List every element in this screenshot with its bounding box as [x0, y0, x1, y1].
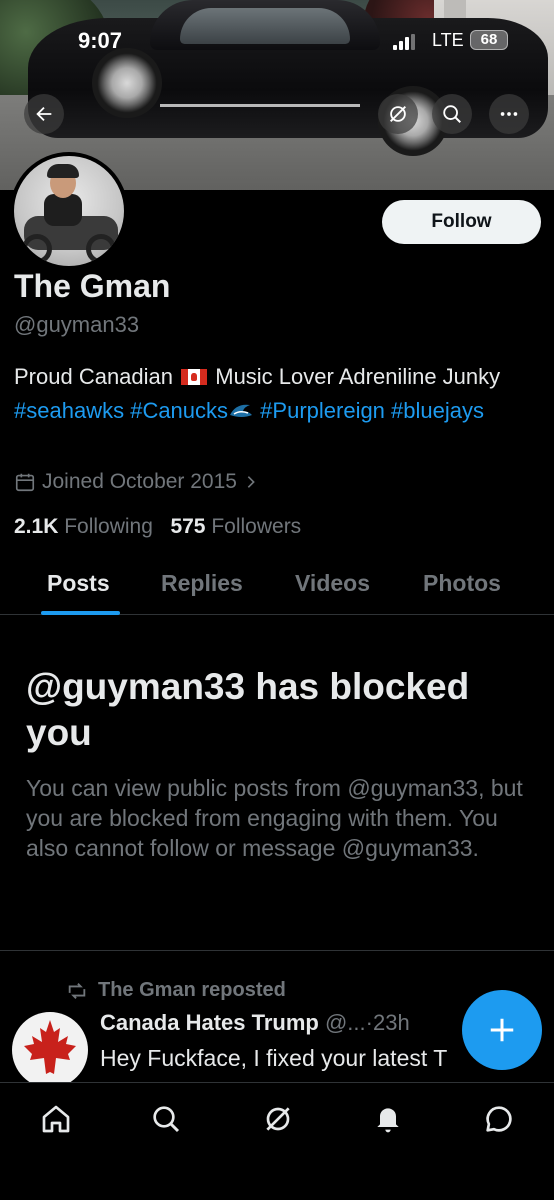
- status-bar: 9:07 LTE 68: [0, 24, 554, 60]
- hashtag-canucks[interactable]: #Canucks: [130, 398, 228, 423]
- more-button[interactable]: [489, 94, 529, 134]
- grok-icon: [266, 1107, 290, 1131]
- divider: [0, 950, 554, 951]
- chevron-right-icon: [247, 476, 255, 488]
- display-name: The Gman: [14, 268, 171, 304]
- bio-text-1: Proud Canadian: [14, 364, 180, 389]
- post-separator: ·: [365, 1010, 373, 1035]
- grok-icon: [390, 106, 406, 122]
- active-tab-indicator: [41, 611, 120, 615]
- bell-icon: [377, 1108, 399, 1133]
- profile-tabs: Posts Replies Videos Photos: [0, 560, 554, 615]
- bottom-nav: [0, 1082, 554, 1200]
- repost-label: The Gman reposted: [98, 979, 286, 1001]
- nav-home[interactable]: [38, 1101, 74, 1137]
- back-button[interactable]: [24, 94, 64, 134]
- followers-link[interactable]: 575 Followers: [170, 515, 301, 538]
- canada-flag-icon: [181, 369, 208, 385]
- home-icon: [42, 1105, 70, 1133]
- following-link[interactable]: 2.1K Following: [14, 515, 153, 538]
- repost-icon: [68, 982, 86, 999]
- search-icon: [443, 105, 461, 123]
- post-author-handle[interactable]: @...: [325, 1010, 366, 1035]
- follow-button[interactable]: Follow: [382, 200, 541, 244]
- tab-photos[interactable]: Photos: [423, 570, 501, 597]
- plus-icon: [490, 1018, 514, 1042]
- following-label: Following: [64, 515, 153, 538]
- post-time: 23h: [372, 1010, 410, 1035]
- profile-avatar[interactable]: [10, 152, 128, 270]
- profile-bio: Proud Canadian Music Lover Adreniline Ju…: [14, 360, 534, 428]
- orca-icon: [230, 404, 253, 417]
- joined-label: Joined October 2015: [42, 470, 237, 493]
- calendar-icon: [15, 473, 35, 492]
- search-button[interactable]: [432, 94, 472, 134]
- repost-indicator: The Gman reposted: [66, 979, 286, 1002]
- bio-text-2: Music Lover Adreniline Junky: [209, 364, 501, 389]
- post-header: Canada Hates Trump @...·23h: [100, 1010, 410, 1036]
- signal-icon: [393, 34, 415, 50]
- hashtag-purplereign[interactable]: #Purplereign: [260, 398, 385, 423]
- post-author-avatar[interactable]: [12, 1012, 88, 1088]
- message-icon: [486, 1106, 512, 1132]
- network-label: LTE: [432, 30, 464, 50]
- status-time: 9:07: [78, 28, 123, 53]
- search-icon: [153, 1106, 180, 1133]
- nav-search[interactable]: [148, 1101, 184, 1137]
- tab-videos[interactable]: Videos: [295, 570, 370, 597]
- nav-grok[interactable]: [260, 1101, 296, 1137]
- battery-icon: 68: [470, 30, 508, 50]
- tab-posts[interactable]: Posts: [47, 570, 110, 597]
- more-icon: [500, 112, 518, 116]
- follow-stats: 2.1K Following 575 Followers: [14, 515, 301, 539]
- user-handle: @guyman33: [14, 312, 140, 337]
- followers-label: Followers: [211, 515, 302, 538]
- grok-button[interactable]: [378, 94, 418, 134]
- nav-messages[interactable]: [481, 1101, 517, 1137]
- hashtag-bluejays[interactable]: #bluejays: [391, 398, 484, 423]
- compose-button[interactable]: [462, 990, 542, 1070]
- joined-date[interactable]: Joined October 2015: [14, 470, 259, 494]
- blocked-message: You can view public posts from @guyman33…: [26, 775, 523, 861]
- hashtag-seahawks[interactable]: #seahawks: [14, 398, 124, 423]
- nav-notifications[interactable]: [370, 1101, 406, 1137]
- blocked-title: @guyman33 has blocked you: [26, 666, 470, 753]
- maple-leaf-icon: [24, 1020, 76, 1074]
- followers-count: 575: [170, 515, 206, 538]
- following-count: 2.1K: [14, 515, 59, 538]
- tab-replies[interactable]: Replies: [161, 570, 243, 597]
- arrow-left-icon: [36, 106, 52, 122]
- post-author-name[interactable]: Canada Hates Trump: [100, 1010, 319, 1035]
